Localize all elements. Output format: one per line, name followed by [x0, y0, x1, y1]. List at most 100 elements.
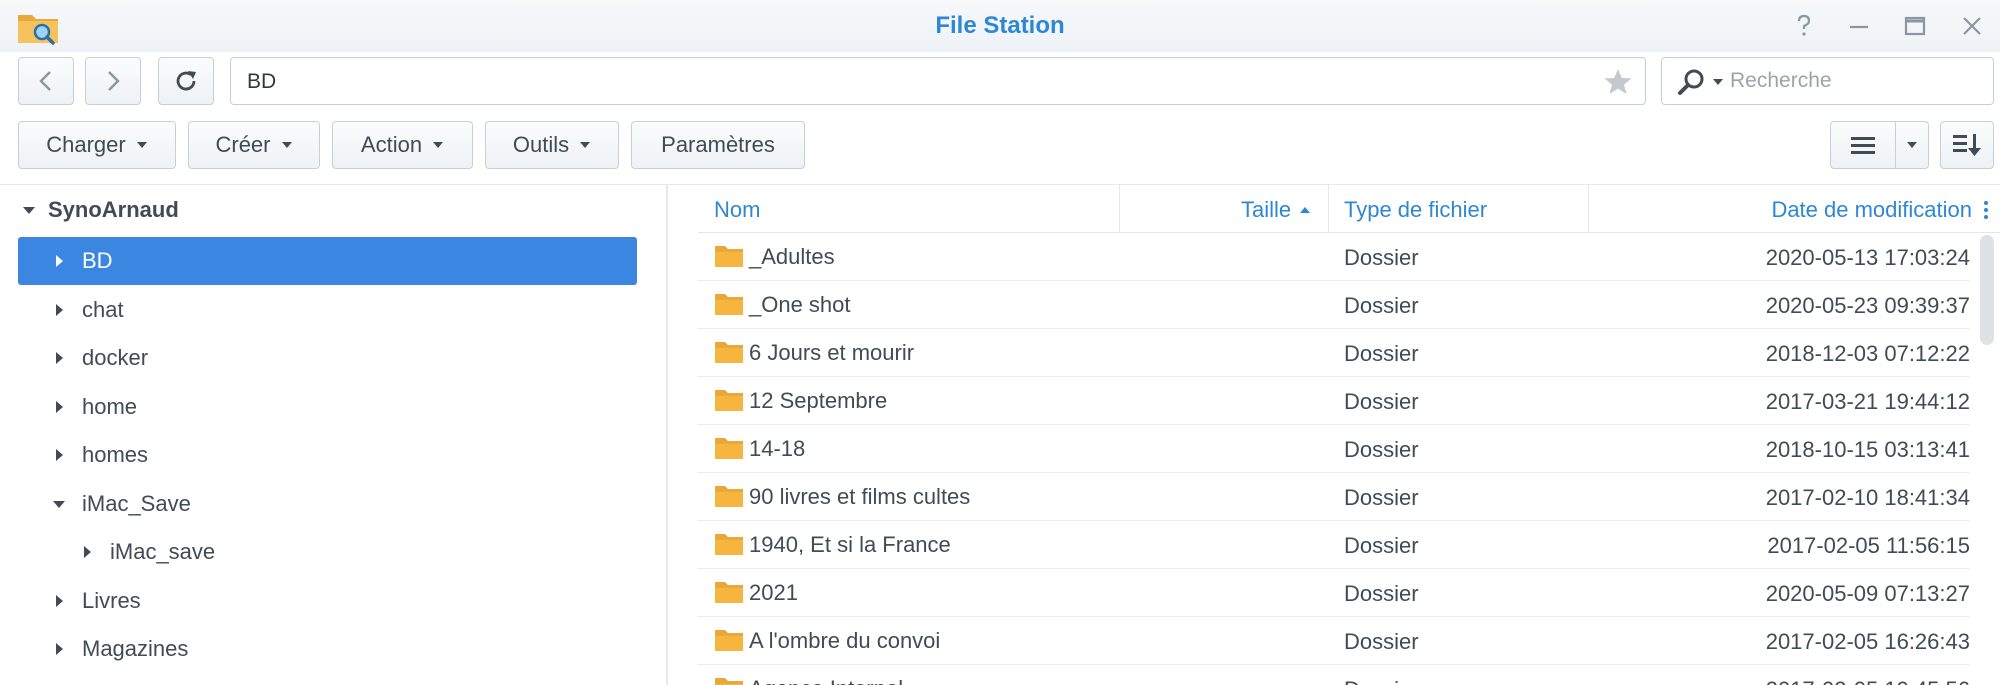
path-bar[interactable]: BD — [230, 57, 1646, 105]
file-modified-date: 2017-02-05 19:45:56 — [1766, 677, 1970, 685]
file-type: Dossier — [1344, 341, 1419, 366]
chevron-down-icon[interactable] — [1712, 78, 1724, 86]
file-name: 12 Septembre — [749, 388, 888, 413]
table-row[interactable]: _Adultes Dossier 2020-05-13 17:03:24 — [698, 233, 1970, 281]
file-type: Dossier — [1344, 293, 1419, 318]
file-type: Dossier — [1344, 677, 1419, 685]
caret-right-icon[interactable] — [52, 351, 66, 365]
table-row[interactable]: A l'ombre du convoi Dossier 2017-02-05 16:… — [698, 617, 1970, 665]
refresh-button[interactable] — [158, 57, 214, 105]
chevron-left-icon — [39, 71, 51, 91]
tree-item[interactable]: home — [18, 383, 637, 431]
folder-icon — [715, 438, 743, 459]
file-modified-date: 2020-05-09 07:13:27 — [1765, 581, 1970, 606]
star-icon[interactable] — [1603, 67, 1633, 97]
sort-icon — [1953, 134, 1981, 156]
column-header-modified[interactable]: Date de modification — [1771, 197, 1972, 223]
file-name: _Adultes — [749, 244, 835, 269]
folder-icon — [715, 678, 743, 685]
column-divider[interactable] — [1119, 185, 1120, 233]
tree-item-label: chat — [82, 296, 124, 322]
maximize-button[interactable] — [1901, 12, 1929, 40]
file-type: Dossier — [1344, 437, 1419, 462]
tree-root[interactable]: SynoArnaud — [22, 197, 179, 223]
help-button[interactable] — [1790, 12, 1818, 40]
column-options-icon[interactable] — [1982, 199, 1990, 221]
tree-item[interactable]: docker — [18, 334, 637, 382]
caret-right-icon[interactable] — [52, 254, 66, 268]
table-row[interactable]: 90 livres et films cultes Dossier 2017-02-… — [698, 473, 1970, 521]
chevron-down-icon — [433, 142, 444, 148]
create-button[interactable]: Créer — [188, 121, 320, 169]
caret-right-icon[interactable] — [80, 545, 94, 559]
tools-label: Outils — [512, 132, 570, 157]
file-type: Dossier — [1344, 581, 1419, 606]
table-row[interactable]: _One shot Dossier 2020-05-23 09:39:37 — [698, 281, 1970, 329]
table-row[interactable]: 2021 Dossier 2020-05-09 07:13:27 — [698, 569, 1970, 617]
search-icon[interactable] — [1676, 68, 1706, 96]
maximize-icon — [1904, 16, 1926, 36]
sort-button[interactable] — [1940, 121, 1994, 169]
tree-item-label: iMac_Save — [82, 490, 191, 516]
caret-right-icon[interactable] — [52, 594, 66, 608]
folder-icon — [715, 342, 743, 363]
view-mode-button[interactable] — [1830, 121, 1896, 169]
caret-right-icon[interactable] — [52, 303, 66, 317]
minimize-button[interactable] — [1845, 12, 1873, 40]
folder-tree: SynoArnaud BD chat docker home homes iMac_Sav… — [0, 185, 666, 685]
tree-item[interactable]: iMac_save — [18, 528, 637, 576]
tree-item[interactable]: chat — [18, 286, 637, 334]
settings-button[interactable]: Paramètres — [631, 121, 805, 169]
tree-item-label: Magazines — [82, 636, 189, 661]
back-button[interactable] — [18, 57, 74, 105]
action-button[interactable]: Action — [332, 121, 473, 169]
tree-item[interactable]: BD — [18, 237, 637, 285]
file-name: 14-18 — [749, 436, 806, 461]
table-row[interactable]: Agence Internol Dossier 2017-02-05 19:45:5… — [698, 665, 1970, 685]
caret-right-icon[interactable] — [52, 448, 66, 462]
table-row[interactable]: 14-18 Dossier 2018-10-15 03:13:41 — [698, 425, 1970, 473]
column-header-name[interactable]: Nom — [714, 197, 760, 223]
file-type: Dossier — [1344, 389, 1419, 414]
view-mode-dropdown[interactable] — [1895, 121, 1929, 169]
file-name: Agence Internol — [749, 676, 903, 685]
minimize-icon — [1850, 25, 1868, 29]
tools-button[interactable]: Outils — [485, 121, 619, 169]
table-row[interactable]: 1940, Et si la France Dossier 2017-02-05 1… — [698, 521, 1970, 569]
upload-button[interactable]: Charger — [18, 121, 176, 169]
folder-icon — [715, 246, 743, 267]
help-icon — [1797, 14, 1811, 36]
tree-root-label: SynoArnaud — [48, 197, 179, 222]
folder-icon — [715, 486, 743, 507]
folder-icon — [715, 534, 743, 555]
column-divider[interactable] — [1328, 185, 1329, 233]
tree-item-label: iMac_save — [110, 539, 216, 564]
table-row[interactable]: 12 Septembre Dossier 2017-03-21 19:44:12 — [698, 377, 1970, 425]
tree-item[interactable]: Magazines — [18, 625, 637, 673]
table-row[interactable]: 6 Jours et mourir Dossier 2018-12-03 07:12… — [698, 329, 1970, 377]
search-box[interactable] — [1661, 57, 1994, 105]
tree-item[interactable]: Livres — [18, 577, 637, 625]
file-modified-date: 2017-02-05 16:26:43 — [1765, 629, 1970, 654]
caret-right-icon[interactable] — [52, 642, 66, 656]
column-divider[interactable] — [1588, 185, 1589, 233]
column-header-type[interactable]: Type de fichier — [1344, 197, 1487, 223]
tree-item-label: BD — [82, 248, 113, 273]
pane-splitter[interactable] — [666, 185, 668, 685]
settings-label: Paramètres — [661, 132, 775, 157]
caret-down-icon[interactable] — [52, 497, 66, 511]
file-modified-date: 2017-02-10 18:41:34 — [1765, 485, 1970, 510]
list-header: Nom Taille Type de fichier Date de modif… — [698, 185, 2000, 233]
column-header-size[interactable]: Taille — [1241, 197, 1311, 223]
file-name: 90 livres et films cultes — [749, 484, 971, 509]
list-scrollbar[interactable] — [1980, 235, 1994, 345]
tree-item-label: docker — [82, 345, 149, 370]
tree-item[interactable]: iMac_Save — [18, 480, 637, 528]
file-name: A l'ombre du convoi — [749, 628, 941, 653]
caret-right-icon[interactable] — [52, 400, 66, 414]
forward-button[interactable] — [85, 57, 141, 105]
close-button[interactable] — [1958, 12, 1986, 40]
tree-item[interactable]: homes — [18, 431, 637, 479]
file-type: Dossier — [1344, 485, 1419, 510]
search-input[interactable] — [1730, 66, 1985, 96]
